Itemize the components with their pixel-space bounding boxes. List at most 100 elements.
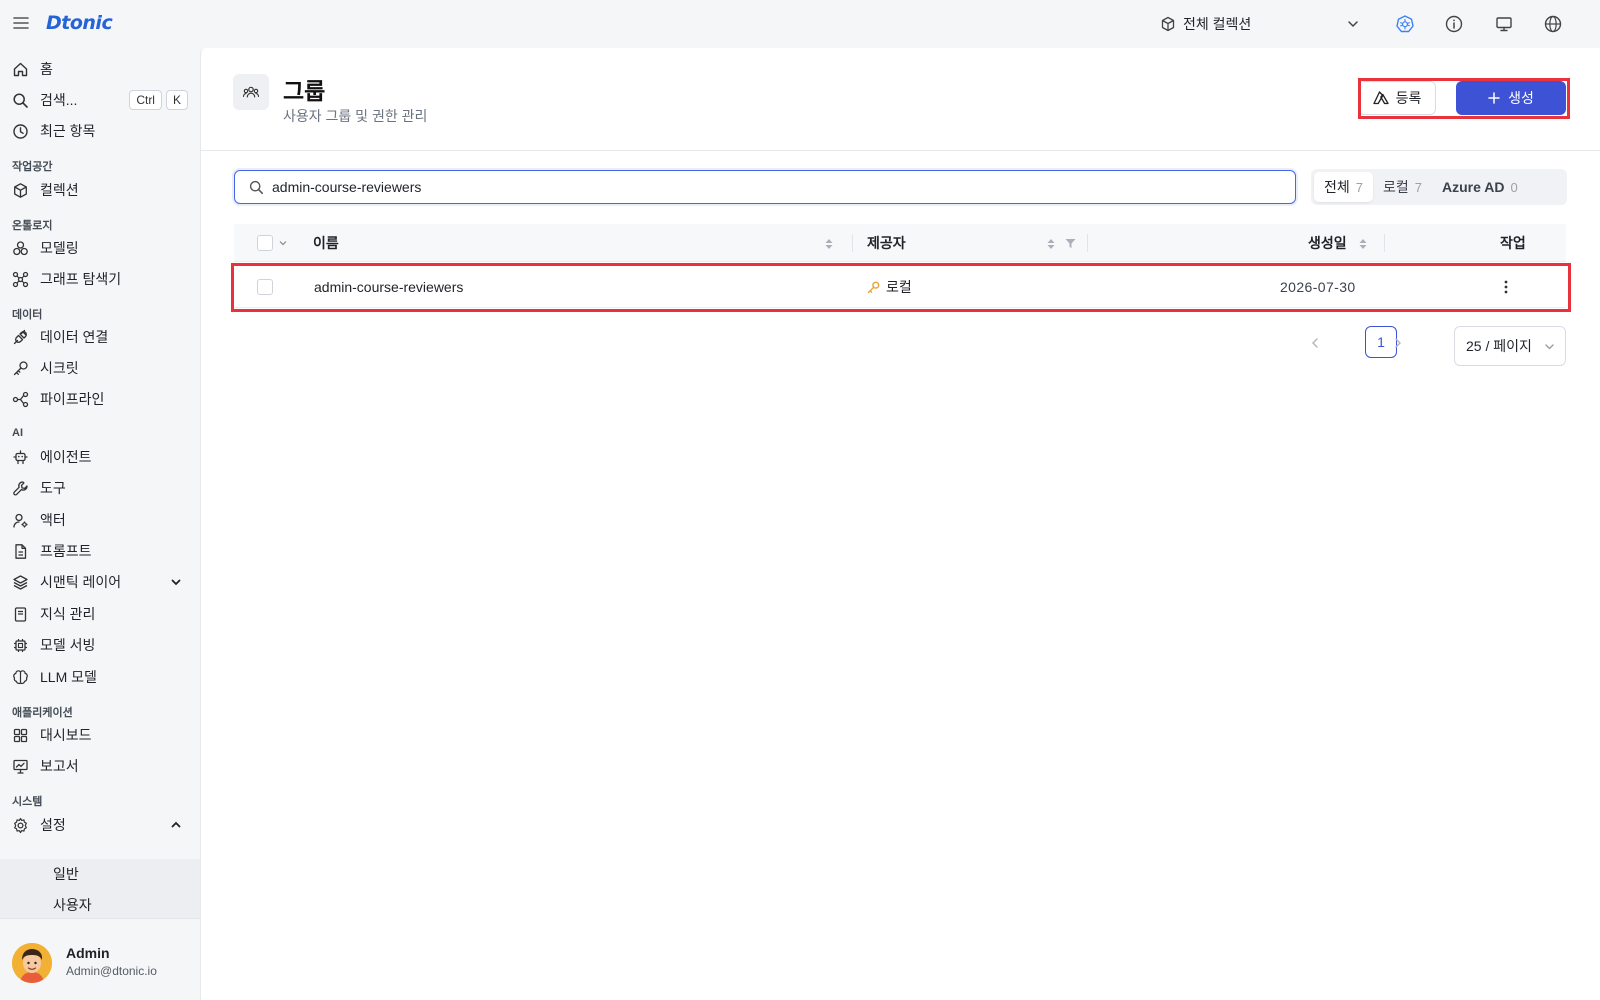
sidebar-item-label: 모델 서빙 xyxy=(40,637,96,653)
user-email: Admin@dtonic.io xyxy=(66,964,157,978)
sidebar-item-prompt[interactable]: 프롬프트 xyxy=(0,536,200,566)
column-header-provider[interactable]: 제공자 xyxy=(867,224,906,262)
chevron-up-icon[interactable] xyxy=(170,819,182,831)
sidebar-item-label: 컬렉션 xyxy=(40,182,79,198)
sidebar-item-search[interactable]: 검색... Ctrl K xyxy=(0,85,200,115)
document-icon xyxy=(12,543,29,560)
submenu-item-general[interactable]: 일반 xyxy=(0,859,200,889)
column-header-created[interactable]: 생성일 xyxy=(1308,224,1347,262)
graph-icon xyxy=(12,271,29,288)
sidebar-item-label: LLM 모델 xyxy=(40,669,97,685)
plug-icon xyxy=(12,329,29,346)
cube-icon xyxy=(1160,16,1176,32)
sidebar-item-label: 그래프 탐색기 xyxy=(40,271,122,287)
chevron-down-icon[interactable] xyxy=(278,238,288,248)
sort-icon[interactable] xyxy=(1046,237,1056,251)
more-vertical-icon xyxy=(1504,280,1508,294)
collection-selector-label: 전체 컬렉션 xyxy=(1183,16,1252,32)
avatar[interactable] xyxy=(12,943,52,983)
user-card[interactable]: Admin Admin@dtonic.io xyxy=(0,918,200,1000)
sidebar-item-llm-model[interactable]: LLM 모델 xyxy=(0,662,200,692)
search-input[interactable] xyxy=(272,179,1172,195)
row-checkbox[interactable] xyxy=(257,279,273,295)
sidebar-item-secret[interactable]: 시크릿 xyxy=(0,353,200,383)
sidebar-item-agent[interactable]: 에이전트 xyxy=(0,442,200,472)
create-button[interactable]: 생성 xyxy=(1456,81,1566,115)
search-field[interactable] xyxy=(234,170,1296,204)
filter-local[interactable]: 로컬 7 xyxy=(1373,172,1432,202)
register-button-label: 등록 xyxy=(1395,90,1422,106)
group-name-cell[interactable]: admin-course-reviewers xyxy=(314,266,463,308)
filter-icon[interactable] xyxy=(1065,238,1076,252)
column-divider xyxy=(1384,234,1385,252)
table-header: 이름 제공자 생성일 작업 xyxy=(234,224,1566,262)
presentation-icon xyxy=(12,758,29,775)
column-divider xyxy=(1087,234,1088,252)
page-title: 그룹 xyxy=(283,78,326,104)
sidebar-item-report[interactable]: 보고서 xyxy=(0,751,200,781)
sidebar-item-knowledge[interactable]: 지식 관리 xyxy=(0,599,200,629)
select-all-checkbox[interactable] xyxy=(257,235,273,251)
key-icon xyxy=(867,281,880,294)
sidebar-item-home[interactable]: 홈 xyxy=(0,54,200,84)
collection-selector[interactable]: 전체 컬렉션 xyxy=(1160,10,1360,38)
cube-icon xyxy=(12,182,29,199)
top-bar: Dtonic 전체 컬렉션 xyxy=(0,0,1600,48)
menu-icon[interactable] xyxy=(12,14,30,32)
column-header-name[interactable]: 이름 xyxy=(313,224,339,262)
pipeline-icon xyxy=(12,391,29,408)
sort-icon[interactable] xyxy=(824,237,834,251)
globe-icon[interactable] xyxy=(1543,14,1563,34)
group-icon xyxy=(233,74,269,110)
sidebar-item-label: 대시보드 xyxy=(40,727,92,743)
prev-page-icon[interactable] xyxy=(1308,336,1322,350)
sidebar-item-tool[interactable]: 도구 xyxy=(0,473,200,503)
filter-label: Azure AD xyxy=(1442,179,1505,195)
sidebar-item-recent[interactable]: 최근 항목 xyxy=(0,116,200,146)
robot-icon xyxy=(12,449,29,466)
wrench-icon xyxy=(12,480,29,497)
sort-icon[interactable] xyxy=(1358,237,1368,251)
gear-icon xyxy=(12,817,29,834)
main-content: 그룹 사용자 그룹 및 권한 관리 등록 생성 전체 7 로컬 7 Azure … xyxy=(200,48,1600,1000)
filter-label: 전체 xyxy=(1324,179,1350,195)
section-label-ai: AI xyxy=(12,427,23,439)
chevron-down-icon[interactable] xyxy=(170,576,182,588)
sidebar-item-label: 모델링 xyxy=(40,240,79,256)
kbd-ctrl: Ctrl xyxy=(129,90,162,110)
sidebar-item-semantic-layer[interactable]: 시맨틱 레이어 xyxy=(0,567,200,597)
next-page-icon[interactable] xyxy=(1391,336,1405,350)
section-label-system: 시스템 xyxy=(12,796,43,808)
search-icon xyxy=(12,92,29,109)
table-row[interactable]: admin-course-reviewers 로컬 2026-07-30 xyxy=(234,266,1566,308)
info-icon[interactable] xyxy=(1444,14,1464,34)
sidebar-item-model-serving[interactable]: 모델 서빙 xyxy=(0,630,200,660)
section-label-ontology: 온톨로지 xyxy=(12,220,53,232)
page-size-select[interactable]: 25 / 페이지 xyxy=(1454,326,1566,366)
sidebar-item-graph-explorer[interactable]: 그래프 탐색기 xyxy=(0,264,200,294)
sidebar-item-dashboard[interactable]: 대시보드 xyxy=(0,720,200,750)
filter-all[interactable]: 전체 7 xyxy=(1314,172,1373,202)
provider-label: 로컬 xyxy=(886,279,912,295)
sidebar-item-settings[interactable]: 설정 xyxy=(0,810,200,840)
more-options-button[interactable] xyxy=(1504,266,1508,308)
select-all-area xyxy=(257,224,288,262)
sidebar-item-label: 데이터 연결 xyxy=(40,329,109,345)
sidebar-item-modeling[interactable]: 모델링 xyxy=(0,233,200,263)
azure-icon xyxy=(1372,91,1396,105)
submenu-item-users[interactable]: 사용자 xyxy=(0,890,200,920)
sidebar-item-label: 도구 xyxy=(40,480,66,496)
sidebar-item-label: 지식 관리 xyxy=(40,606,96,622)
monitor-icon[interactable] xyxy=(1494,14,1514,34)
app-logo[interactable]: Dtonic xyxy=(46,12,113,34)
sidebar-item-collection[interactable]: 컬렉션 xyxy=(0,175,200,205)
filter-azure-ad[interactable]: Azure AD 0 xyxy=(1432,172,1528,202)
sidebar-item-data-connection[interactable]: 데이터 연결 xyxy=(0,322,200,352)
kubernetes-icon[interactable] xyxy=(1395,14,1415,34)
sidebar-item-actor[interactable]: 액터 xyxy=(0,505,200,535)
sidebar-item-pipeline[interactable]: 파이프라인 xyxy=(0,384,200,414)
sidebar-item-label: 액터 xyxy=(40,512,66,528)
column-divider xyxy=(852,234,853,252)
register-button[interactable]: 등록 xyxy=(1358,81,1436,115)
sidebar: 홈 검색... Ctrl K 최근 항목 작업공간 컬렉션 온톨로지 모델링 그… xyxy=(0,48,200,1000)
